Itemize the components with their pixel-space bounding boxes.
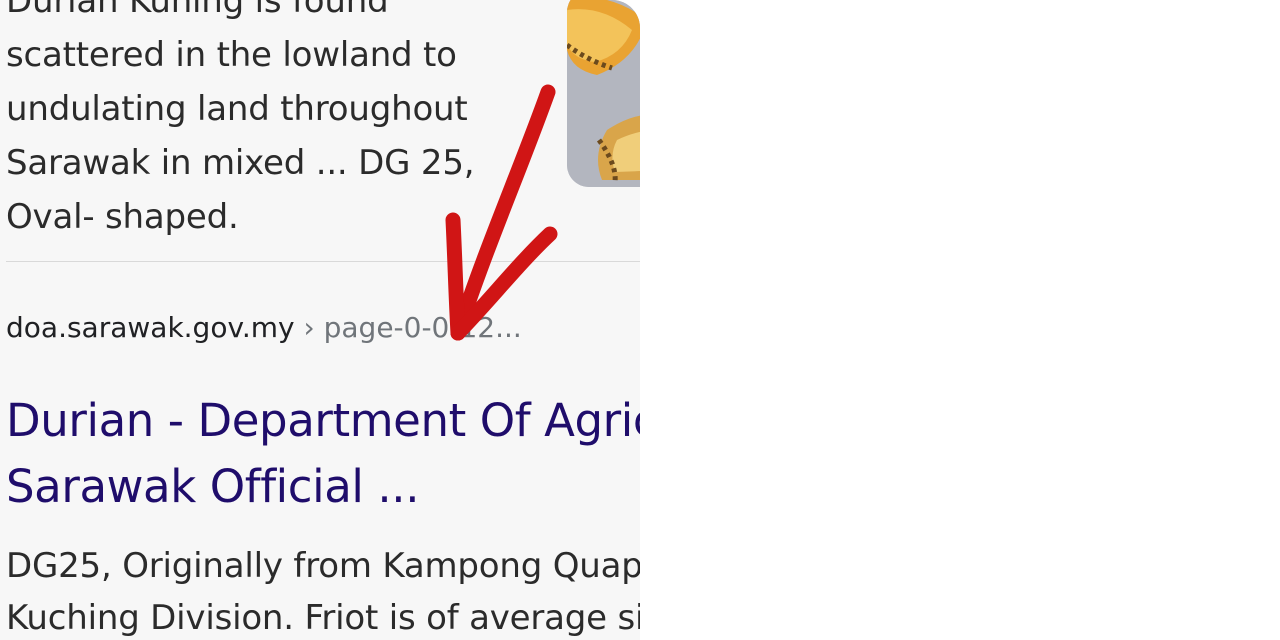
result-divider — [6, 261, 640, 262]
durian-thumbnail-graphic — [567, 0, 640, 187]
durian-thumbnail-image[interactable] — [567, 0, 640, 187]
result-url-breadcrumb[interactable]: doa.sarawak.gov.my › page-0-0-12... — [6, 308, 522, 348]
search-results-screenshot: Durian Kuning is found scattered in the … — [0, 0, 640, 640]
result-url-path: › page-0-0-12... — [294, 311, 522, 344]
previous-result-snippet: Durian Kuning is found scattered in the … — [6, 0, 475, 237]
result-url-host: doa.sarawak.gov.my — [6, 311, 295, 344]
result-snippet: DG25, Originally from Kampong Quap Kuchi… — [6, 546, 640, 638]
result-title-link[interactable]: Durian - Department Of Agricu Sarawak Of… — [6, 388, 640, 520]
